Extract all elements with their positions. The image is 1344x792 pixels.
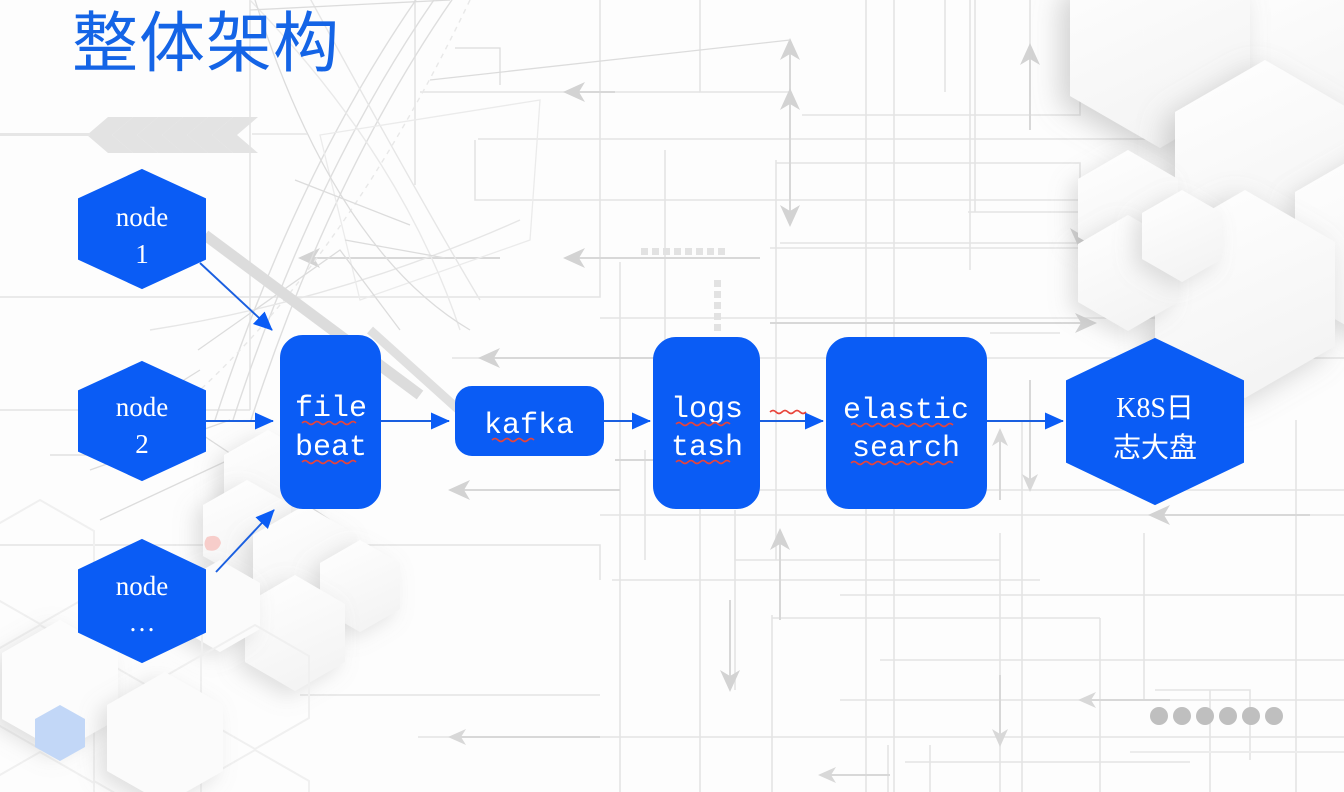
- node-logstash[interactable]: logs tash: [653, 337, 807, 509]
- node-filebeat[interactable]: file beat: [280, 335, 381, 509]
- logstash-label-line2: tash: [671, 431, 743, 465]
- node3-label-line1: node: [116, 571, 169, 601]
- node2-label-line2: 2: [135, 429, 149, 459]
- kafka-label: kafka: [484, 409, 574, 443]
- slide-canvas: 整体架构 node 1 node 2 node … file beat kafk…: [0, 0, 1344, 792]
- architecture-flow-diagram: node 1 node 2 node … file beat kafka log…: [78, 168, 1244, 664]
- node-kafka[interactable]: kafka: [455, 386, 604, 456]
- node-elasticsearch[interactable]: elastic search: [826, 337, 987, 509]
- node3-label-line2: …: [129, 607, 156, 637]
- node2-label-line1: node: [116, 392, 169, 422]
- node-node2[interactable]: node 2: [78, 360, 206, 482]
- dashboard-label-line1: K8S日: [1116, 393, 1194, 424]
- dashboard-label-line2: 志大盘: [1113, 432, 1197, 464]
- node-node3[interactable]: node …: [78, 538, 206, 664]
- edge-node3-filebeat: [215, 509, 275, 573]
- node1-label-line1: node: [116, 202, 169, 232]
- node-node1[interactable]: node 1: [78, 168, 206, 290]
- spellcheck-underline-between: [769, 409, 807, 415]
- node-dashboard[interactable]: K8S日 志大盘: [1066, 337, 1244, 506]
- edge-node1-filebeat: [199, 262, 273, 331]
- page-title: 整体架构: [72, 6, 340, 80]
- elasticsearch-label-line2: search: [852, 432, 960, 466]
- logstash-label-line1: logs: [671, 393, 743, 427]
- node1-label-line2: 1: [135, 239, 149, 269]
